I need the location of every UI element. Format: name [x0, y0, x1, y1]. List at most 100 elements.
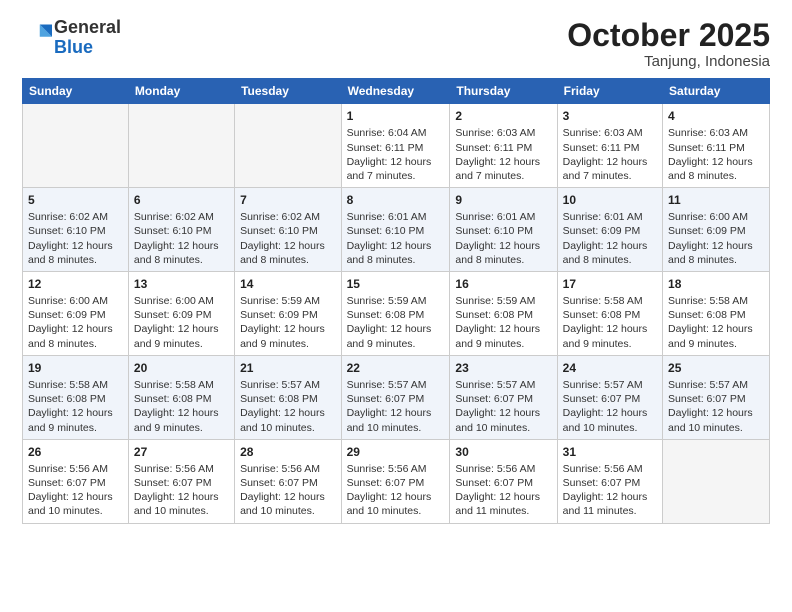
table-row: 26 Sunrise: 5:56 AMSunset: 6:07 PMDayligh… — [23, 439, 129, 523]
calendar-week-2: 5 Sunrise: 6:02 AMSunset: 6:10 PMDaylight… — [23, 188, 770, 272]
day-info: Sunrise: 5:58 AMSunset: 6:08 PMDaylight:… — [668, 294, 764, 351]
day-number: 30 — [455, 444, 551, 460]
day-number: 16 — [455, 276, 551, 292]
table-row: 10Sunrise: 6:01 AMSunset: 6:09 PMDayligh… — [557, 188, 662, 272]
day-info: Sunrise: 5:56 AMSunset: 6:07 PMDaylight:… — [28, 462, 123, 519]
day-info: Sunrise: 6:02 AMSunset: 6:10 PMDaylight:… — [134, 210, 229, 267]
day-info: Sunrise: 5:56 AMSunset: 6:07 PMDaylight:… — [134, 462, 229, 519]
table-row: 23Sunrise: 5:57 AMSunset: 6:07 PMDayligh… — [450, 355, 557, 439]
table-row: 3 Sunrise: 6:03 AMSunset: 6:11 PMDaylight… — [557, 104, 662, 188]
table-row: 29 Sunrise: 5:56 AMSunset: 6:07 PMDayligh… — [341, 439, 450, 523]
day-info: Sunrise: 5:57 AMSunset: 6:08 PMDaylight:… — [240, 378, 335, 435]
header: General Blue October 2025 Tanjung, Indon… — [22, 18, 770, 70]
day-number: 6 — [134, 192, 229, 208]
logo-blue: Blue — [54, 37, 93, 57]
day-number: 25 — [668, 360, 764, 376]
day-info: Sunrise: 5:56 AMSunset: 6:07 PMDaylight:… — [563, 462, 657, 519]
table-row: 17Sunrise: 5:58 AMSunset: 6:08 PMDayligh… — [557, 271, 662, 355]
day-number: 26 — [28, 444, 123, 460]
day-info: Sunrise: 5:59 AMSunset: 6:09 PMDaylight:… — [240, 294, 335, 351]
day-number: 18 — [668, 276, 764, 292]
day-number: 23 — [455, 360, 551, 376]
day-info: Sunrise: 6:00 AMSunset: 6:09 PMDaylight:… — [668, 210, 764, 267]
day-info: Sunrise: 5:56 AMSunset: 6:07 PMDaylight:… — [240, 462, 335, 519]
logo-text: General Blue — [54, 18, 121, 58]
table-row: 31Sunrise: 5:56 AMSunset: 6:07 PMDayligh… — [557, 439, 662, 523]
table-row: 9 Sunrise: 6:01 AMSunset: 6:10 PMDaylight… — [450, 188, 557, 272]
table-row: 5 Sunrise: 6:02 AMSunset: 6:10 PMDaylight… — [23, 188, 129, 272]
table-row: 25Sunrise: 5:57 AMSunset: 6:07 PMDayligh… — [663, 355, 770, 439]
table-row: 21 Sunrise: 5:57 AMSunset: 6:08 PMDayligh… — [235, 355, 341, 439]
table-row: 12Sunrise: 6:00 AMSunset: 6:09 PMDayligh… — [23, 271, 129, 355]
day-info: Sunrise: 6:02 AMSunset: 6:10 PMDaylight:… — [240, 210, 335, 267]
title-block: October 2025 Tanjung, Indonesia — [567, 18, 770, 70]
day-info: Sunrise: 5:56 AMSunset: 6:07 PMDaylight:… — [455, 462, 551, 519]
day-number: 10 — [563, 192, 657, 208]
calendar-week-1: 1Sunrise: 6:04 AMSunset: 6:11 PMDaylight… — [23, 104, 770, 188]
logo: General Blue — [22, 18, 121, 58]
calendar-header-row: Sunday Monday Tuesday Wednesday Thursday… — [23, 79, 770, 104]
day-info: Sunrise: 6:01 AMSunset: 6:10 PMDaylight:… — [347, 210, 445, 267]
table-row — [663, 439, 770, 523]
day-info: Sunrise: 6:03 AMSunset: 6:11 PMDaylight:… — [563, 126, 657, 183]
table-row: 28 Sunrise: 5:56 AMSunset: 6:07 PMDayligh… — [235, 439, 341, 523]
day-info: Sunrise: 6:03 AMSunset: 6:11 PMDaylight:… — [668, 126, 764, 183]
day-number: 8 — [347, 192, 445, 208]
table-row — [235, 104, 341, 188]
table-row — [128, 104, 234, 188]
table-row: 14 Sunrise: 5:59 AMSunset: 6:09 PMDayligh… — [235, 271, 341, 355]
day-info: Sunrise: 6:03 AMSunset: 6:11 PMDaylight:… — [455, 126, 551, 183]
table-row: 24Sunrise: 5:57 AMSunset: 6:07 PMDayligh… — [557, 355, 662, 439]
table-row: 8 Sunrise: 6:01 AMSunset: 6:10 PMDaylight… — [341, 188, 450, 272]
day-number: 1 — [347, 108, 445, 124]
table-row: 27 Sunrise: 5:56 AMSunset: 6:07 PMDayligh… — [128, 439, 234, 523]
day-info: Sunrise: 6:00 AMSunset: 6:09 PMDaylight:… — [28, 294, 123, 351]
day-info: Sunrise: 5:57 AMSunset: 6:07 PMDaylight:… — [347, 378, 445, 435]
day-number: 21 — [240, 360, 335, 376]
day-number: 22 — [347, 360, 445, 376]
table-row: 20 Sunrise: 5:58 AMSunset: 6:08 PMDayligh… — [128, 355, 234, 439]
day-number: 9 — [455, 192, 551, 208]
col-friday: Friday — [557, 79, 662, 104]
day-number: 28 — [240, 444, 335, 460]
day-info: Sunrise: 6:02 AMSunset: 6:10 PMDaylight:… — [28, 210, 123, 267]
table-row: 2Sunrise: 6:03 AMSunset: 6:11 PMDaylight… — [450, 104, 557, 188]
day-number: 4 — [668, 108, 764, 124]
col-monday: Monday — [128, 79, 234, 104]
calendar-week-4: 19 Sunrise: 5:58 AMSunset: 6:08 PMDayligh… — [23, 355, 770, 439]
col-thursday: Thursday — [450, 79, 557, 104]
table-row: 1Sunrise: 6:04 AMSunset: 6:11 PMDaylight… — [341, 104, 450, 188]
day-info: Sunrise: 5:58 AMSunset: 6:08 PMDaylight:… — [134, 378, 229, 435]
calendar-week-3: 12Sunrise: 6:00 AMSunset: 6:09 PMDayligh… — [23, 271, 770, 355]
col-saturday: Saturday — [663, 79, 770, 104]
day-number: 19 — [28, 360, 123, 376]
table-row: 18 Sunrise: 5:58 AMSunset: 6:08 PMDayligh… — [663, 271, 770, 355]
day-number: 27 — [134, 444, 229, 460]
location: Tanjung, Indonesia — [567, 53, 770, 70]
day-number: 29 — [347, 444, 445, 460]
page: General Blue October 2025 Tanjung, Indon… — [0, 0, 792, 612]
col-wednesday: Wednesday — [341, 79, 450, 104]
calendar: Sunday Monday Tuesday Wednesday Thursday… — [22, 78, 770, 523]
table-row: 19Sunrise: 5:58 AMSunset: 6:08 PMDayligh… — [23, 355, 129, 439]
day-info: Sunrise: 6:01 AMSunset: 6:10 PMDaylight:… — [455, 210, 551, 267]
day-number: 5 — [28, 192, 123, 208]
day-number: 20 — [134, 360, 229, 376]
day-info: Sunrise: 5:59 AMSunset: 6:08 PMDaylight:… — [347, 294, 445, 351]
day-info: Sunrise: 5:58 AMSunset: 6:08 PMDaylight:… — [563, 294, 657, 351]
day-number: 24 — [563, 360, 657, 376]
logo-general: General — [54, 17, 121, 37]
table-row: 16 Sunrise: 5:59 AMSunset: 6:08 PMDayligh… — [450, 271, 557, 355]
col-tuesday: Tuesday — [235, 79, 341, 104]
day-number: 15 — [347, 276, 445, 292]
day-number: 14 — [240, 276, 335, 292]
day-number: 13 — [134, 276, 229, 292]
calendar-week-5: 26 Sunrise: 5:56 AMSunset: 6:07 PMDayligh… — [23, 439, 770, 523]
day-number: 7 — [240, 192, 335, 208]
day-number: 3 — [563, 108, 657, 124]
table-row: 15 Sunrise: 5:59 AMSunset: 6:08 PMDayligh… — [341, 271, 450, 355]
table-row: 4 Sunrise: 6:03 AMSunset: 6:11 PMDaylight… — [663, 104, 770, 188]
day-info: Sunrise: 5:56 AMSunset: 6:07 PMDaylight:… — [347, 462, 445, 519]
table-row: 30 Sunrise: 5:56 AMSunset: 6:07 PMDayligh… — [450, 439, 557, 523]
day-info: Sunrise: 5:59 AMSunset: 6:08 PMDaylight:… — [455, 294, 551, 351]
